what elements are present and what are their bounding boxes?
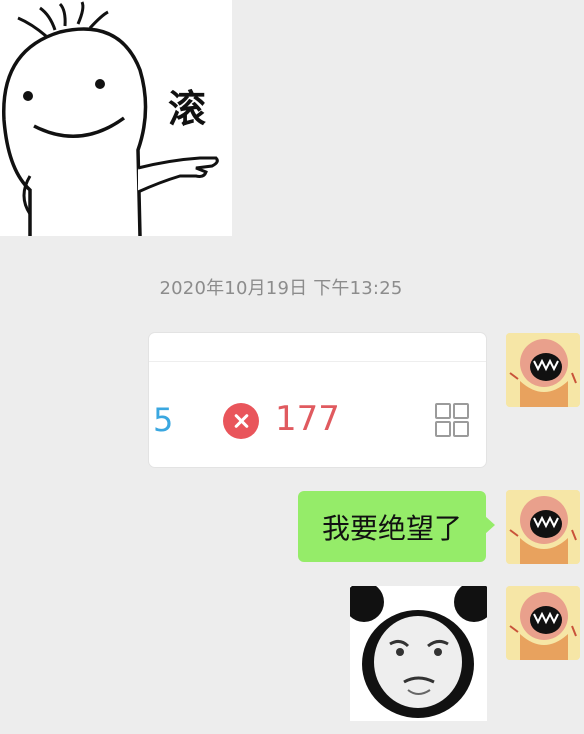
avatar[interactable] [506,490,580,564]
avatar[interactable] [506,586,580,660]
screaming-avatar-icon [506,490,580,564]
received-sticker[interactable]: 滚 [0,0,232,236]
screenshot-left-number: 5 [153,401,174,439]
screenshot-divider [149,361,486,362]
image-message-panda-meme[interactable] [350,586,487,721]
grid-icon [435,403,471,439]
message-timestamp: 2020年10月19日 下午13:25 [159,278,403,299]
avatar[interactable] [506,333,580,407]
screenshot-count: 177 [275,399,340,439]
screaming-avatar-icon [506,333,580,407]
screaming-avatar-icon [506,586,580,660]
image-message-screenshot[interactable]: 5 177 [149,333,486,467]
sticker-caption: 滚 [168,87,207,131]
error-x-icon [223,403,259,439]
panda-face-icon [350,586,487,721]
text-message-bubble[interactable]: 我要绝望了 [298,491,495,562]
